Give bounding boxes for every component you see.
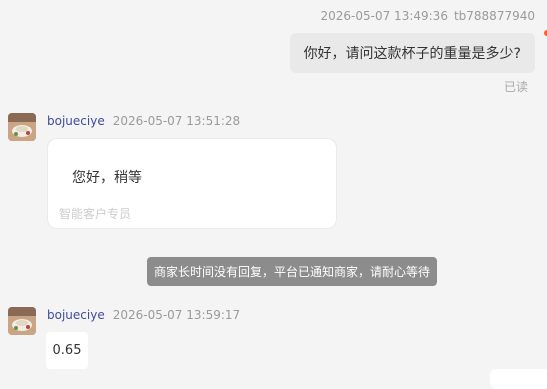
outgoing-message-bubble-partial[interactable] (490, 369, 547, 389)
sender-name[interactable]: bojueciye (47, 114, 105, 128)
incoming-message-meta: bojueciye 2026-05-07 13:59:17 (47, 308, 240, 322)
outgoing-message-bubble[interactable]: 你好，请问这款杯子的重量是多少? (289, 33, 535, 73)
incoming-message-bubble[interactable]: 0.65 (46, 332, 88, 369)
message-timestamp: 2026-05-07 13:51:28 (112, 114, 241, 128)
incoming-message-card[interactable]: 您好，稍等 智能客户专员 (47, 138, 337, 229)
message-text: 您好，稍等 (72, 170, 142, 186)
incoming-message-meta: bojueciye 2026-05-07 13:51:28 (47, 114, 240, 128)
message-text: 0.65 (52, 343, 82, 358)
message-timestamp: 2026-05-07 13:49:36 (320, 9, 448, 23)
message-text: 你好，请问这款杯子的重量是多少? (303, 46, 521, 62)
sender-id: tb788877940 (453, 9, 535, 23)
shop-avatar-icon[interactable] (8, 113, 36, 141)
outgoing-message-meta: 2026-05-07 13:49:36 tb788877940 (321, 9, 536, 23)
shop-avatar-icon[interactable] (8, 307, 36, 335)
sender-name[interactable]: bojueciye (47, 308, 105, 322)
message-timestamp: 2026-05-07 13:59:17 (112, 308, 241, 322)
system-notice: 商家长时间没有回复，平台已通知商家，请耐心等待 (147, 257, 438, 286)
agent-role-label: 智能客户专员 (59, 207, 132, 221)
read-status: 已读 (503, 80, 528, 94)
